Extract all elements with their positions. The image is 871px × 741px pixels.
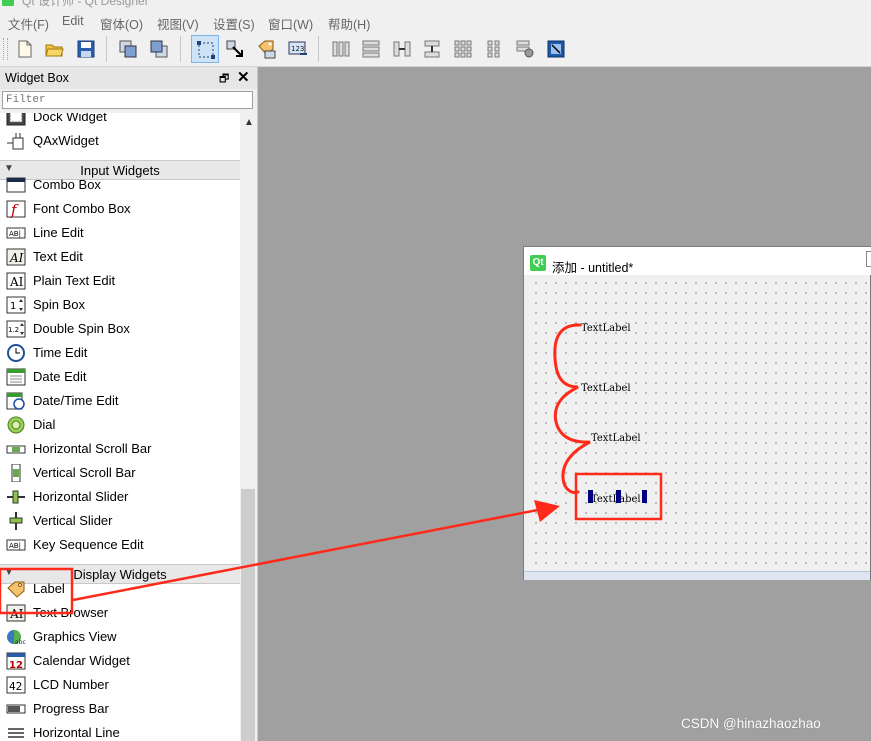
alignment-curve-annotation	[553, 323, 591, 494]
annotation-overlay	[0, 323, 663, 615]
label-highlight-box	[0, 567, 74, 615]
selected-label-highlight-box	[574, 472, 663, 521]
drag-arrow-line	[72, 506, 549, 602]
drag-arrowhead	[534, 500, 560, 522]
watermark: CSDN @hinazhaozhao	[681, 716, 821, 731]
